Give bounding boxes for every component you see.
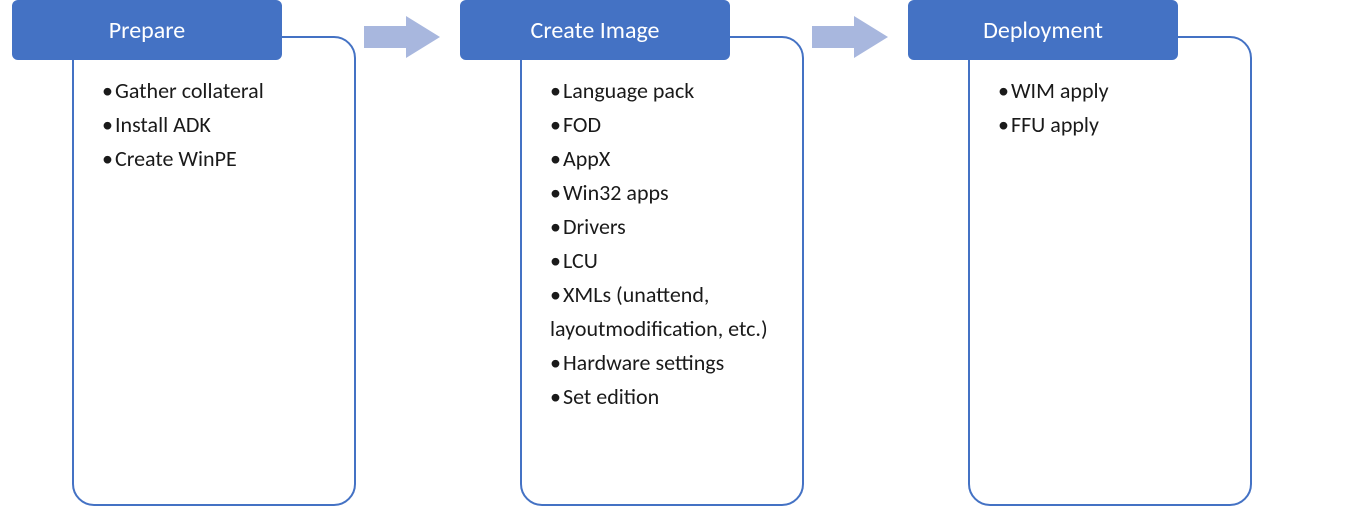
stage-create-item: XMLs (unattend, layoutmodification, etc.… [550, 278, 786, 346]
stage-deploy-item: WIM apply [998, 74, 1234, 108]
stage-create-item: AppX [550, 142, 786, 176]
stage-prepare-title: Prepare [12, 0, 282, 60]
stage-deploy-body: WIM apply FFU apply [968, 36, 1252, 506]
stage-deploy-title: Deployment [908, 0, 1178, 60]
stage-create-item: FOD [550, 108, 786, 142]
arrow-icon [362, 14, 442, 60]
stage-create-item: Set edition [550, 380, 786, 414]
stage-prepare-item: Install ADK [102, 108, 338, 142]
stage-deploy-items: WIM apply FFU apply [998, 74, 1234, 142]
stage-create-items: Language pack FOD AppX Win32 apps Driver… [550, 74, 786, 414]
stage-create-title: Create Image [460, 0, 730, 60]
stage-create-item: Drivers [550, 210, 786, 244]
stage-deploy-item: FFU apply [998, 108, 1234, 142]
stage-prepare-item: Create WinPE [102, 142, 338, 176]
arrow-icon [810, 14, 890, 60]
stage-create-item: Win32 apps [550, 176, 786, 210]
stage-create-item: Language pack [550, 74, 786, 108]
stage-prepare-body: Gather collateral Install ADK Create Win… [72, 36, 356, 506]
stage-prepare-item: Gather collateral [102, 74, 338, 108]
stage-create-body: Language pack FOD AppX Win32 apps Driver… [520, 36, 804, 506]
stage-create-item: Hardware settings [550, 346, 786, 380]
stage-prepare-items: Gather collateral Install ADK Create Win… [102, 74, 338, 176]
diagram-canvas: Prepare Gather collateral Install ADK Cr… [0, 0, 1360, 515]
stage-create-item: LCU [550, 244, 786, 278]
